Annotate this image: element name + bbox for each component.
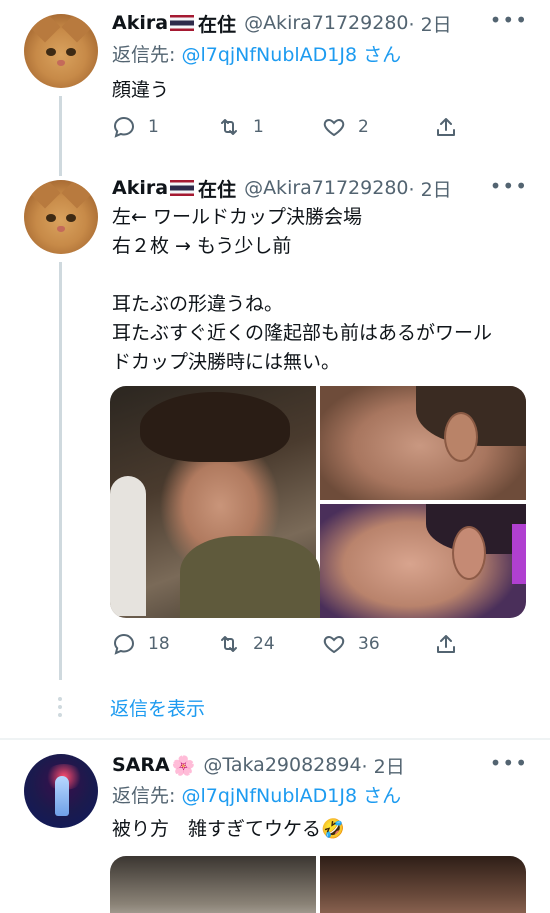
tweet-media-grid[interactable]	[110, 386, 526, 618]
reply-to: 返信先: @l7qjNfNublAD1J8 さん	[112, 781, 401, 808]
share-icon	[437, 118, 455, 136]
media-photo-right[interactable]	[320, 856, 526, 913]
thread-line-1	[59, 96, 62, 176]
reply-button[interactable]: 1	[112, 115, 217, 139]
display-name[interactable]: Akira	[112, 12, 168, 34]
display-name[interactable]: Akira	[112, 177, 168, 199]
tweet-text: 左← ワールドカップ決勝会場 右２枚 → もう少し前 耳たぶの形違うね。 耳たぶ…	[112, 206, 493, 373]
reply-icon	[113, 116, 135, 138]
heart-icon	[323, 118, 345, 137]
reply-to-label: 返信先:	[112, 44, 182, 66]
tweet-actions: 18 24 36	[112, 629, 462, 659]
media-photo-left[interactable]	[110, 856, 316, 913]
like-count: 2	[358, 117, 369, 137]
share-icon	[437, 635, 455, 653]
retweet-button[interactable]: 24	[217, 632, 322, 656]
tweet-text: 被り方 雑すぎてウケる🤣	[112, 818, 345, 840]
more-options-icon[interactable]: •••	[490, 8, 528, 32]
share-button[interactable]	[434, 115, 539, 139]
retweet-icon	[221, 119, 237, 135]
user-handle[interactable]: @Akira71729280	[244, 177, 408, 199]
reply-to-handle[interactable]: @l7qjNfNublAD1J8	[181, 44, 357, 66]
reply-to-suffix[interactable]: さん	[357, 44, 401, 66]
divider	[0, 738, 550, 740]
reply-to-suffix[interactable]: さん	[357, 785, 401, 807]
timestamp[interactable]: · 2日	[409, 175, 452, 202]
like-button[interactable]: 2	[322, 115, 427, 139]
thailand-flag-icon	[170, 15, 195, 31]
tweet-media-grid[interactable]	[110, 856, 526, 913]
reply-count: 18	[148, 634, 170, 654]
cherry-blossom-emoji: 🌸	[171, 754, 196, 777]
display-name-suffix[interactable]: 在住	[198, 10, 236, 37]
tweet-header: Akira 在住 @Akira71729280 · 2日	[112, 8, 530, 38]
user-handle[interactable]: @Akira71729280	[244, 12, 408, 34]
avatar[interactable]	[24, 14, 98, 88]
reply-button[interactable]: 18	[112, 632, 217, 656]
reply-count: 1	[148, 117, 159, 137]
retweet-button[interactable]: 1	[217, 115, 322, 139]
tweet-header: SARA 🌸 @Taka29082894 · 2日	[112, 750, 530, 780]
like-count: 36	[358, 634, 380, 654]
share-button[interactable]	[434, 632, 539, 656]
retweet-count: 1	[253, 117, 264, 137]
heart-icon	[323, 635, 345, 654]
media-photo-top-right[interactable]	[320, 386, 526, 500]
reply-to-handle[interactable]: @l7qjNfNublAD1J8	[181, 785, 357, 807]
more-options-icon[interactable]: •••	[490, 174, 528, 198]
user-handle[interactable]: @Taka29082894	[203, 754, 361, 776]
timestamp[interactable]: · 2日	[362, 752, 405, 779]
more-options-icon[interactable]: •••	[490, 751, 528, 775]
tweet-actions: 1 1 2	[112, 112, 462, 142]
avatar[interactable]	[24, 754, 98, 828]
like-button[interactable]: 36	[322, 632, 427, 656]
media-photo-left[interactable]	[110, 386, 320, 618]
thailand-flag-icon	[170, 180, 195, 196]
display-name-suffix[interactable]: 在住	[198, 175, 236, 202]
reply-to-label: 返信先:	[112, 785, 182, 807]
avatar[interactable]	[24, 180, 98, 254]
tweet-text: 顔違う	[112, 79, 170, 101]
reply-icon	[113, 633, 135, 655]
timestamp[interactable]: · 2日	[409, 10, 452, 37]
media-photo-bottom-right[interactable]	[320, 504, 526, 618]
reply-to: 返信先: @l7qjNfNublAD1J8 さん	[112, 40, 401, 67]
retweet-count: 24	[253, 634, 275, 654]
thread-line-2	[59, 262, 62, 680]
show-replies-link[interactable]: 返信を表示	[110, 694, 205, 721]
display-name[interactable]: SARA	[112, 754, 170, 776]
thread-dots	[58, 697, 63, 721]
retweet-icon	[221, 636, 237, 652]
tweet-header: Akira 在住 @Akira71729280 · 2日	[112, 173, 530, 203]
